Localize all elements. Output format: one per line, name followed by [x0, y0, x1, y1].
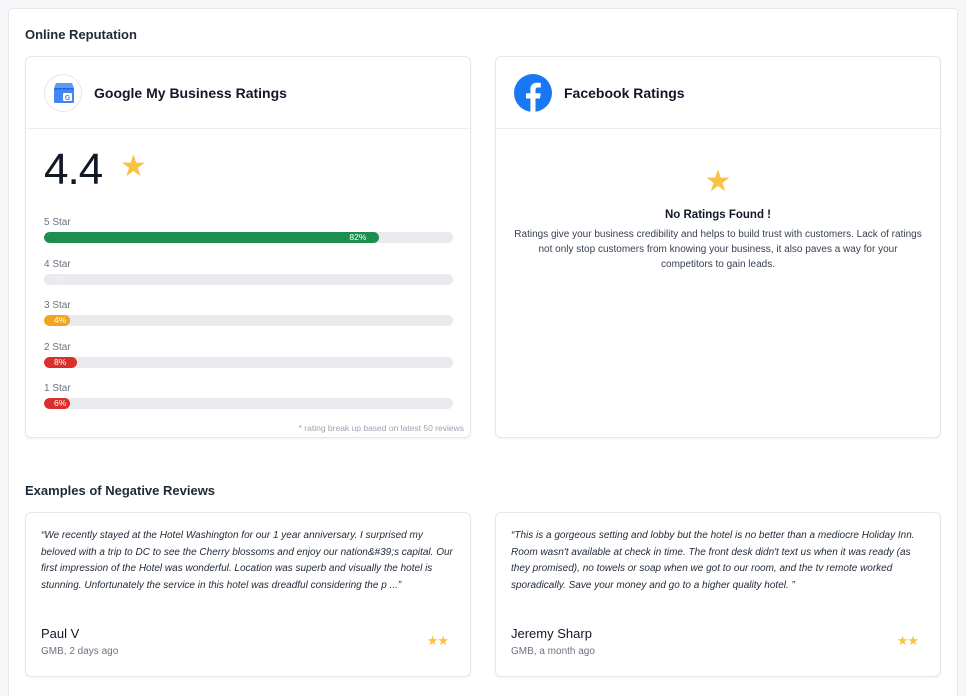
review-stars-icon: ★★ [896, 633, 919, 648]
review-stars-icon: ★★ [426, 633, 449, 648]
rating-bar-track: 8% [44, 356, 453, 368]
rating-bar-track: 0% [44, 273, 453, 285]
rating-bar-row: 5 Star 82% [44, 217, 453, 243]
rating-bar-label: 4 Star [44, 258, 71, 270]
rating-bar-row: 3 Star 4% [44, 300, 453, 326]
rating-bar-label: 1 Star [44, 383, 71, 394]
facebook-icon [514, 74, 552, 112]
gmb-average-rating: 4.4 [44, 145, 103, 194]
rating-bar-track: 6% [44, 398, 453, 409]
reviewer-name: Jeremy Sharp [511, 626, 592, 641]
review-card: “This is a gorgeous setting and lobby bu… [495, 512, 941, 677]
gmb-card-header: G Google My Business Ratings [26, 57, 470, 129]
no-ratings-title: No Ratings Found ! [664, 209, 772, 221]
section-title-online-reputation: Online Reputation [25, 27, 137, 42]
no-ratings-description: Ratings give your business credibility a… [514, 229, 922, 270]
rating-bar-percent: 6% [54, 398, 67, 408]
review-card: “We recently stayed at the Hotel Washing… [25, 512, 471, 677]
star-icon: ★ [120, 150, 147, 183]
rating-bar-row: 4 Star 0% [44, 259, 453, 285]
rating-bar-percent: 82% [349, 232, 367, 242]
gmb-card-title: Google My Business Ratings [94, 85, 287, 101]
reputation-panel: Online Reputation G Google My Business R… [8, 8, 958, 696]
review-meta: GMB, 2 days ago [41, 646, 119, 657]
facebook-card-header: Facebook Ratings [496, 57, 940, 129]
star-icon: ★ [704, 165, 732, 198]
google-my-business-icon: G [44, 74, 82, 112]
rating-bar-row: 2 Star 8% [44, 342, 453, 368]
rating-bar-percent: 0% [54, 273, 67, 284]
rating-bar-label: 2 Star [44, 341, 71, 353]
review-text: “We recently stayed at the Hotel Washing… [41, 530, 453, 591]
review-text: “This is a gorgeous setting and lobby bu… [511, 530, 915, 591]
review-meta: GMB, a month ago [511, 646, 595, 657]
rating-bar-track: 82% [44, 232, 453, 243]
facebook-card-title: Facebook Ratings [564, 85, 685, 101]
facebook-ratings-card: Facebook Ratings ★ No Ratings Found ! Ra… [495, 56, 941, 438]
rating-bar-percent: 4% [54, 315, 67, 325]
rating-bar-label: 3 Star [44, 300, 71, 311]
reviewer-name: Paul V [41, 626, 80, 641]
rating-bar-track: 4% [44, 315, 453, 326]
rating-footnote: * rating break up based on latest 50 rev… [298, 423, 464, 433]
rating-bar-label: 5 Star [44, 217, 71, 228]
svg-text:G: G [65, 95, 71, 102]
gmb-ratings-card: G Google My Business Ratings 4.4 ★ 5 Sta… [25, 56, 471, 438]
rating-bar-row: 1 Star 6% [44, 383, 453, 409]
section-title-negative-reviews: Examples of Negative Reviews [25, 483, 216, 498]
rating-bar-percent: 8% [54, 356, 67, 367]
rating-bar-fill [44, 232, 380, 243]
